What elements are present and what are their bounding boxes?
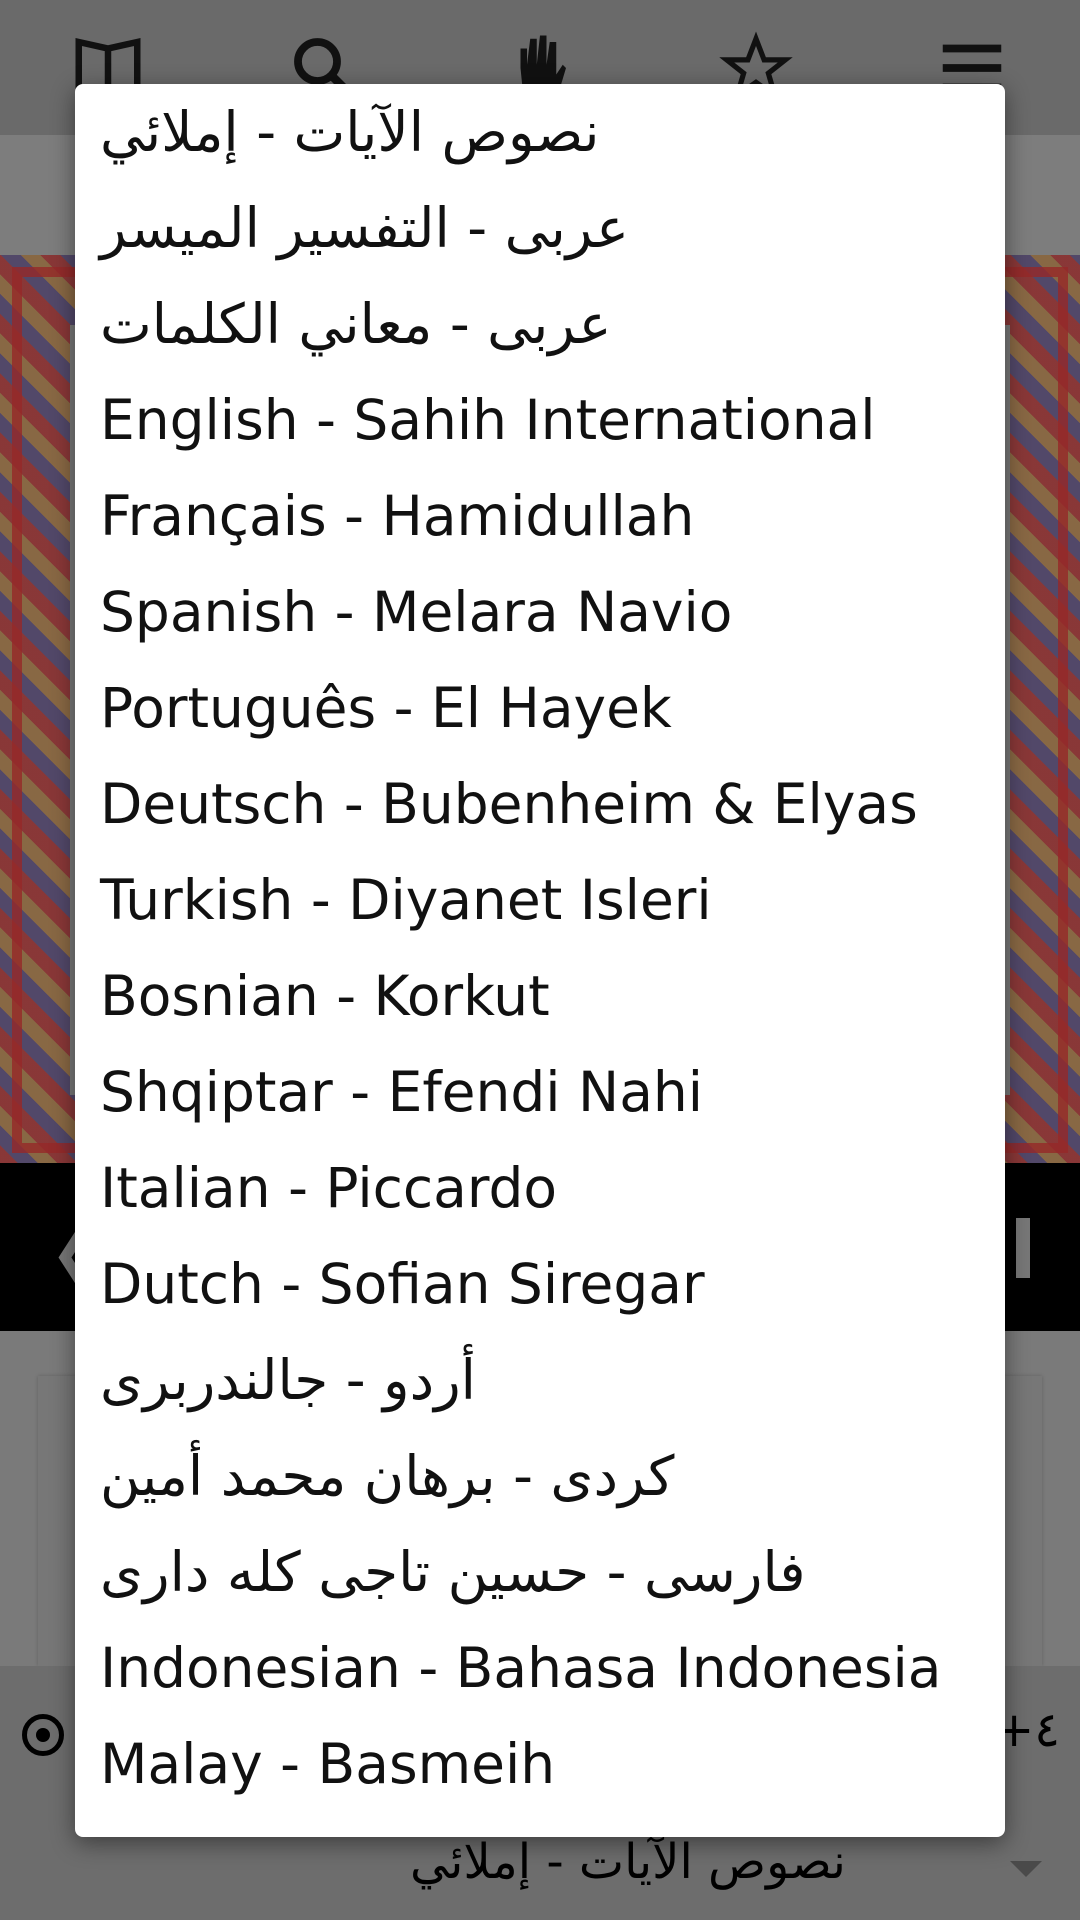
dropdown-arrow-icon[interactable] <box>1010 1861 1042 1877</box>
translation-option[interactable]: Français - Hamidullah <box>75 468 1005 564</box>
translation-option[interactable]: Shqiptar - Efendi Nahi <box>75 1044 1005 1140</box>
translation-option[interactable]: Italian - Piccardo <box>75 1140 1005 1236</box>
pause-icon[interactable] <box>1016 1218 1030 1278</box>
translation-option[interactable]: Deutsch - Bubenheim & Elyas <box>75 756 1005 852</box>
translation-option[interactable]: نصوص الآيات - إملائي <box>75 84 1005 180</box>
translation-spinner[interactable]: نصوص الآيات - إملائي <box>410 1834 846 1890</box>
translation-popup: نصوص الآيات - إملائي عربى - التفسير الميس… <box>75 84 1005 1837</box>
translation-option[interactable]: Bosnian - Korkut <box>75 948 1005 1044</box>
translation-option[interactable]: Spanish - Melara Navio <box>75 564 1005 660</box>
translation-option[interactable]: عربى - معاني الكلمات <box>75 276 1005 372</box>
translation-option[interactable]: Indonesian - Bahasa Indonesia <box>75 1620 1005 1716</box>
translation-option[interactable]: كردى - برهان محمد أمين <box>75 1428 1005 1524</box>
translation-option[interactable]: أردو - جالندربرى <box>75 1332 1005 1428</box>
translation-option[interactable]: English - Sahih International <box>75 372 1005 468</box>
radio-button[interactable] <box>22 1714 64 1756</box>
translation-list: نصوص الآيات - إملائي عربى - التفسير الميس… <box>75 84 1005 1812</box>
translation-option[interactable]: Turkish - Diyanet Isleri <box>75 852 1005 948</box>
translation-option[interactable]: فارسى - حسين تاجى كله دارى <box>75 1524 1005 1620</box>
translation-option[interactable]: Malay - Basmeih <box>75 1716 1005 1812</box>
translation-option[interactable]: Dutch - Sofian Siregar <box>75 1236 1005 1332</box>
translation-option[interactable]: Português - El Hayek <box>75 660 1005 756</box>
translation-option[interactable]: عربى - التفسير الميسر <box>75 180 1005 276</box>
